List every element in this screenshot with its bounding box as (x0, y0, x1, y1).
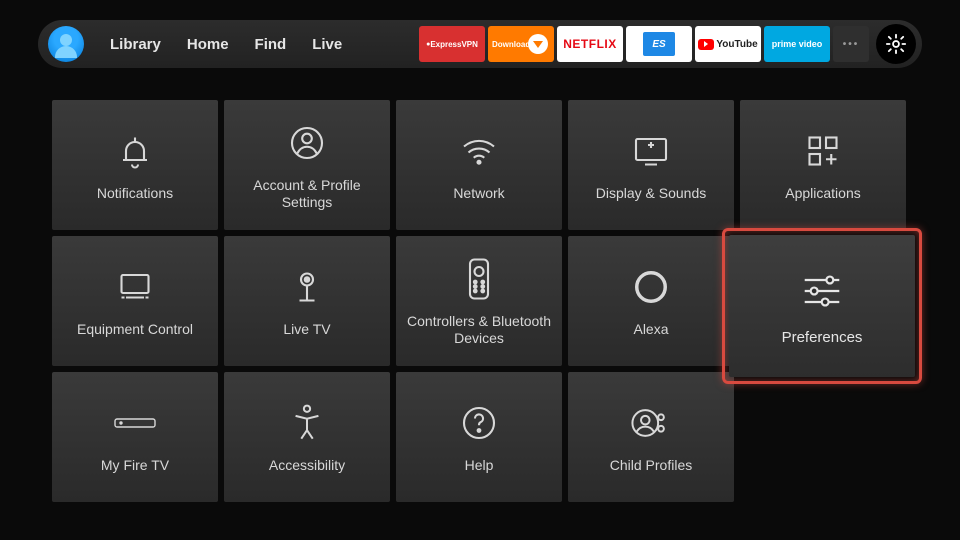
nav-find[interactable]: Find (255, 36, 287, 53)
app-shortcuts: ● ExpressVPN Downloader NETFLIX ES YouTu… (419, 24, 916, 64)
tile-label: Network (453, 185, 504, 203)
tile-label: Applications (785, 185, 861, 203)
apps-icon (805, 127, 841, 175)
tile-childprofiles[interactable]: Child Profiles (568, 372, 734, 502)
tile-controllers[interactable]: Controllers & Bluetooth Devices (396, 236, 562, 366)
tile-notifications[interactable]: Notifications (52, 100, 218, 230)
tile-label: Accessibility (269, 457, 345, 475)
app-youtube-label: YouTube (716, 39, 757, 50)
tile-label: Child Profiles (610, 457, 692, 475)
gear-icon (885, 33, 907, 55)
app-netflix[interactable]: NETFLIX (557, 26, 623, 62)
tile-label: Live TV (283, 321, 330, 339)
tile-preferences[interactable]: Preferences (729, 235, 915, 377)
app-youtube[interactable]: YouTube (695, 26, 761, 62)
bell-icon (117, 127, 153, 175)
tile-label: Equipment Control (77, 321, 193, 339)
youtube-play-icon (698, 39, 714, 50)
display-icon (630, 127, 672, 175)
antenna-icon (289, 263, 325, 311)
tile-label: Help (465, 457, 494, 475)
nav-home[interactable]: Home (187, 36, 229, 53)
sliders-icon (800, 267, 844, 315)
tile-label: Controllers & Bluetooth Devices (404, 313, 554, 348)
nav-library[interactable]: Library (110, 36, 161, 53)
tile-accessibility[interactable]: Accessibility (224, 372, 390, 502)
tile-label: My Fire TV (101, 457, 169, 475)
more-dots-icon: ••• (843, 39, 860, 50)
nav-links: Library Home Find Live (110, 36, 342, 53)
tile-applications[interactable]: Applications (740, 100, 906, 230)
tile-myfiretv[interactable]: My Fire TV (52, 372, 218, 502)
firetv-icon (113, 399, 157, 447)
tile-network[interactable]: Network (396, 100, 562, 230)
download-arrow-icon (528, 34, 548, 54)
remote-icon (467, 255, 491, 303)
app-more-button[interactable]: ••• (833, 26, 869, 62)
tile-help[interactable]: Help (396, 372, 562, 502)
app-expressvpn-label: ExpressVPN (430, 40, 478, 49)
profile-avatar[interactable] (48, 26, 84, 62)
tile-label: Alexa (633, 321, 668, 339)
alexa-icon (632, 263, 670, 311)
es-icon: ES (643, 32, 675, 56)
tile-label: Display & Sounds (596, 185, 707, 203)
accessibility-icon (289, 399, 325, 447)
tile-display[interactable]: Display & Sounds (568, 100, 734, 230)
equipment-icon (115, 263, 155, 311)
wifi-icon (459, 127, 499, 175)
app-downloader[interactable]: Downloader (488, 26, 554, 62)
help-icon (461, 399, 497, 447)
app-prime-video[interactable]: prime video (764, 26, 830, 62)
top-nav-bar: Library Home Find Live ● ExpressVPN Down… (38, 20, 922, 68)
tile-alexa[interactable]: Alexa (568, 236, 734, 366)
tile-account[interactable]: Account & Profile Settings (224, 100, 390, 230)
nav-live[interactable]: Live (312, 36, 342, 53)
tile-label: Preferences (782, 329, 863, 346)
user-icon (289, 119, 325, 167)
tile-equipment[interactable]: Equipment Control (52, 236, 218, 366)
tile-preferences-highlight: Preferences (722, 228, 922, 384)
tile-label: Notifications (97, 185, 173, 203)
app-expressvpn[interactable]: ● ExpressVPN (419, 26, 485, 62)
tile-label: Account & Profile Settings (232, 177, 382, 212)
app-es-file-explorer[interactable]: ES (626, 26, 692, 62)
child-profiles-icon (631, 399, 671, 447)
tile-livetv[interactable]: Live TV (224, 236, 390, 366)
settings-button[interactable] (876, 24, 916, 64)
